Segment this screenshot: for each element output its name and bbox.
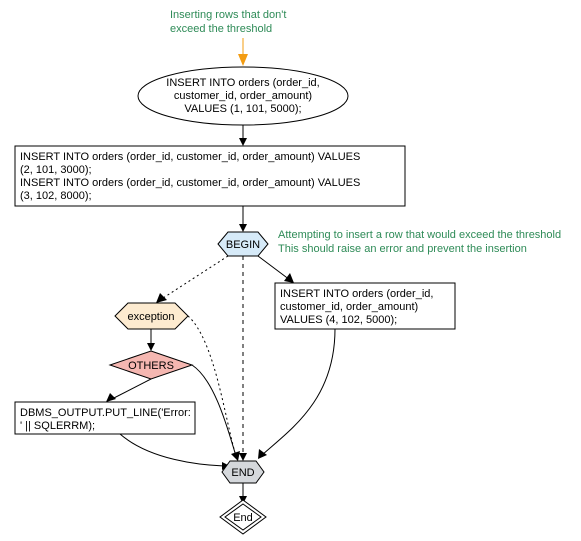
putline-line2: ' || SQLERRM); — [20, 420, 95, 432]
insert-block-1-line3: INSERT INTO orders (order_id, customer_i… — [20, 177, 360, 189]
comment-mid-line1: Attempting to insert a row that would ex… — [278, 229, 561, 241]
flowchart-canvas: Inserting rows that don't exceed the thr… — [0, 0, 581, 541]
putline-line1: DBMS_OUTPUT.PUT_LINE('Error: — [20, 407, 191, 419]
start-ellipse-line3: VALUES (1, 101, 5000); — [184, 103, 301, 115]
insert-block-1-line4: (3, 102, 8000); — [20, 190, 92, 202]
insert-block-2-line2: customer_id, order_amount) — [280, 301, 418, 313]
end-diamond-label: End — [233, 512, 253, 524]
insert-block-1-line2: (2, 101, 3000); — [20, 164, 92, 176]
comment-mid-line2: This should raise an error and prevent t… — [278, 243, 527, 255]
insert-block-2-line1: INSERT INTO orders (order_id, — [280, 288, 433, 300]
comment-top-line2: exceed the threshold — [170, 23, 272, 35]
insert-block-2-line3: VALUES (4, 102, 5000); — [280, 314, 397, 326]
start-ellipse-line2: customer_id, order_amount) — [174, 90, 312, 102]
others-label: OTHERS — [128, 360, 174, 372]
insert-block-1-line1: INSERT INTO orders (order_id, customer_i… — [20, 151, 360, 163]
comment-top-line1: Inserting rows that don't — [170, 9, 286, 21]
end-hex-label: END — [231, 467, 254, 479]
start-ellipse-line1: INSERT INTO orders (order_id, — [166, 77, 319, 89]
exception-label: exception — [127, 311, 174, 323]
begin-label: BEGIN — [226, 239, 260, 251]
